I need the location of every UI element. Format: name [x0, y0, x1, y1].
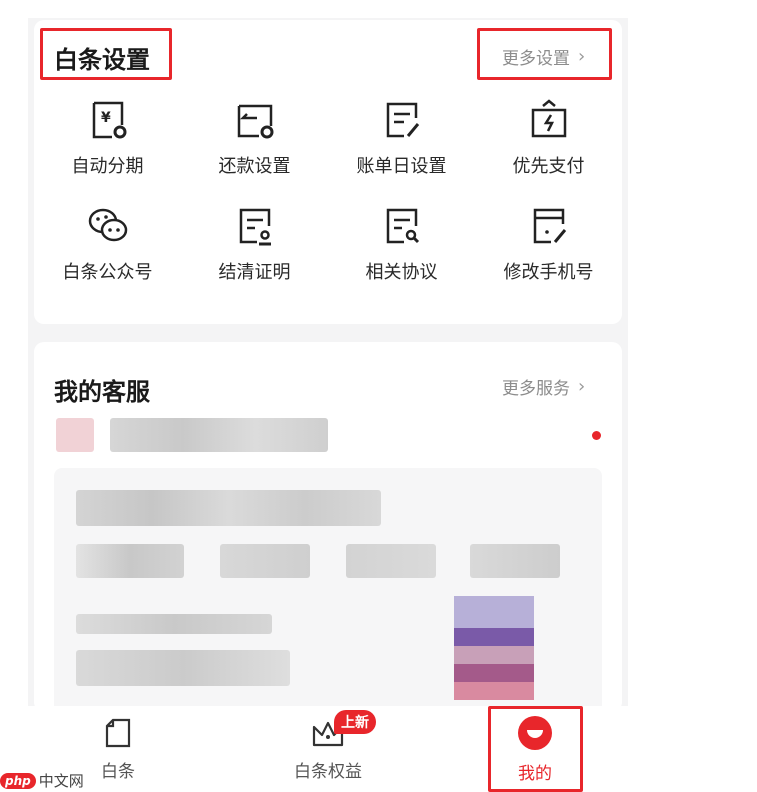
settings-item-edit-phone[interactable]: 修改手机号	[475, 204, 622, 284]
settings-item-label: 白条公众号	[62, 262, 153, 283]
settings-item-label: 优先支付	[512, 156, 585, 177]
more-services-label: 更多服务	[502, 379, 570, 399]
tab-label: 白条权益	[294, 761, 362, 782]
more-settings-label: 更多设置	[502, 49, 570, 69]
settings-item-label: 结清证明	[218, 262, 291, 283]
watermark: php 中文网	[0, 770, 84, 791]
service-title: 我的客服	[54, 378, 150, 406]
settings-grid: ¥ 自动分期 还款设置 账单日设置 优先支付 白条公众号 结清证明 相关协议 修…	[34, 98, 622, 284]
blurred-text-block	[220, 544, 310, 578]
bottom-tab-bar: 白条 白条权益 上新 我的	[28, 706, 628, 792]
settings-item-label: 相关协议	[365, 262, 438, 283]
svg-text:¥: ¥	[101, 110, 111, 126]
blurred-text-line	[76, 650, 290, 686]
settings-item-priority-pay[interactable]: 优先支付	[475, 98, 622, 178]
watermark-logo: php	[0, 772, 36, 789]
profile-tab-icon	[518, 715, 552, 750]
settings-item-wechat-account[interactable]: 白条公众号	[34, 204, 181, 284]
bill-date-icon	[386, 102, 419, 138]
blurred-message-title	[110, 418, 328, 452]
watermark-text: 中文网	[38, 772, 84, 790]
settlement-proof-icon	[239, 208, 271, 246]
settings-item-label: 还款设置	[218, 156, 291, 177]
settings-item-label: 修改手机号	[503, 262, 594, 283]
chevron-right-icon: ›	[578, 46, 586, 67]
baitiao-tab-icon	[105, 718, 131, 747]
tab-mine[interactable]: 我的	[498, 706, 572, 792]
new-badge: 上新	[334, 710, 376, 734]
repayment-settings-icon	[237, 104, 273, 139]
agreement-icon	[386, 208, 419, 244]
settings-title: 白条设置	[54, 46, 150, 74]
priority-pay-icon	[531, 99, 566, 138]
settings-item-auto-installment[interactable]: ¥ 自动分期	[34, 98, 181, 178]
settings-item-label: 账单日设置	[356, 156, 447, 177]
blurred-text-block	[470, 544, 560, 578]
blurred-image	[454, 596, 534, 700]
chevron-right-icon: ›	[578, 376, 586, 397]
more-services-link[interactable]: 更多服务 ›	[502, 374, 585, 399]
blurred-text-line	[76, 614, 272, 634]
auto-installment-icon: ¥	[92, 101, 126, 139]
tab-baitiao[interactable]: 白条	[88, 706, 148, 792]
blurred-text-block	[346, 544, 436, 578]
blurred-text-line	[76, 490, 381, 526]
edit-phone-icon	[533, 208, 566, 244]
settings-item-agreement[interactable]: 相关协议	[328, 204, 475, 284]
blurred-avatar	[56, 418, 94, 452]
blurred-text-block	[76, 544, 184, 578]
service-card: 我的客服 更多服务 ›	[34, 342, 622, 712]
wechat-account-icon	[88, 208, 127, 242]
settings-item-bill-date[interactable]: 账单日设置	[328, 98, 475, 178]
settings-item-settlement-proof[interactable]: 结清证明	[181, 204, 328, 284]
tab-label: 我的	[518, 763, 552, 784]
more-settings-link[interactable]: 更多设置 ›	[502, 44, 585, 69]
tab-label: 白条	[101, 761, 135, 782]
settings-item-label: 自动分期	[71, 156, 144, 177]
notification-dot	[592, 431, 601, 440]
settings-card: 白条设置 更多设置 › ¥ 自动分期 还款设置 账单日设置 优先支付 白条公众号…	[34, 20, 622, 324]
settings-item-repayment[interactable]: 还款设置	[181, 98, 328, 178]
